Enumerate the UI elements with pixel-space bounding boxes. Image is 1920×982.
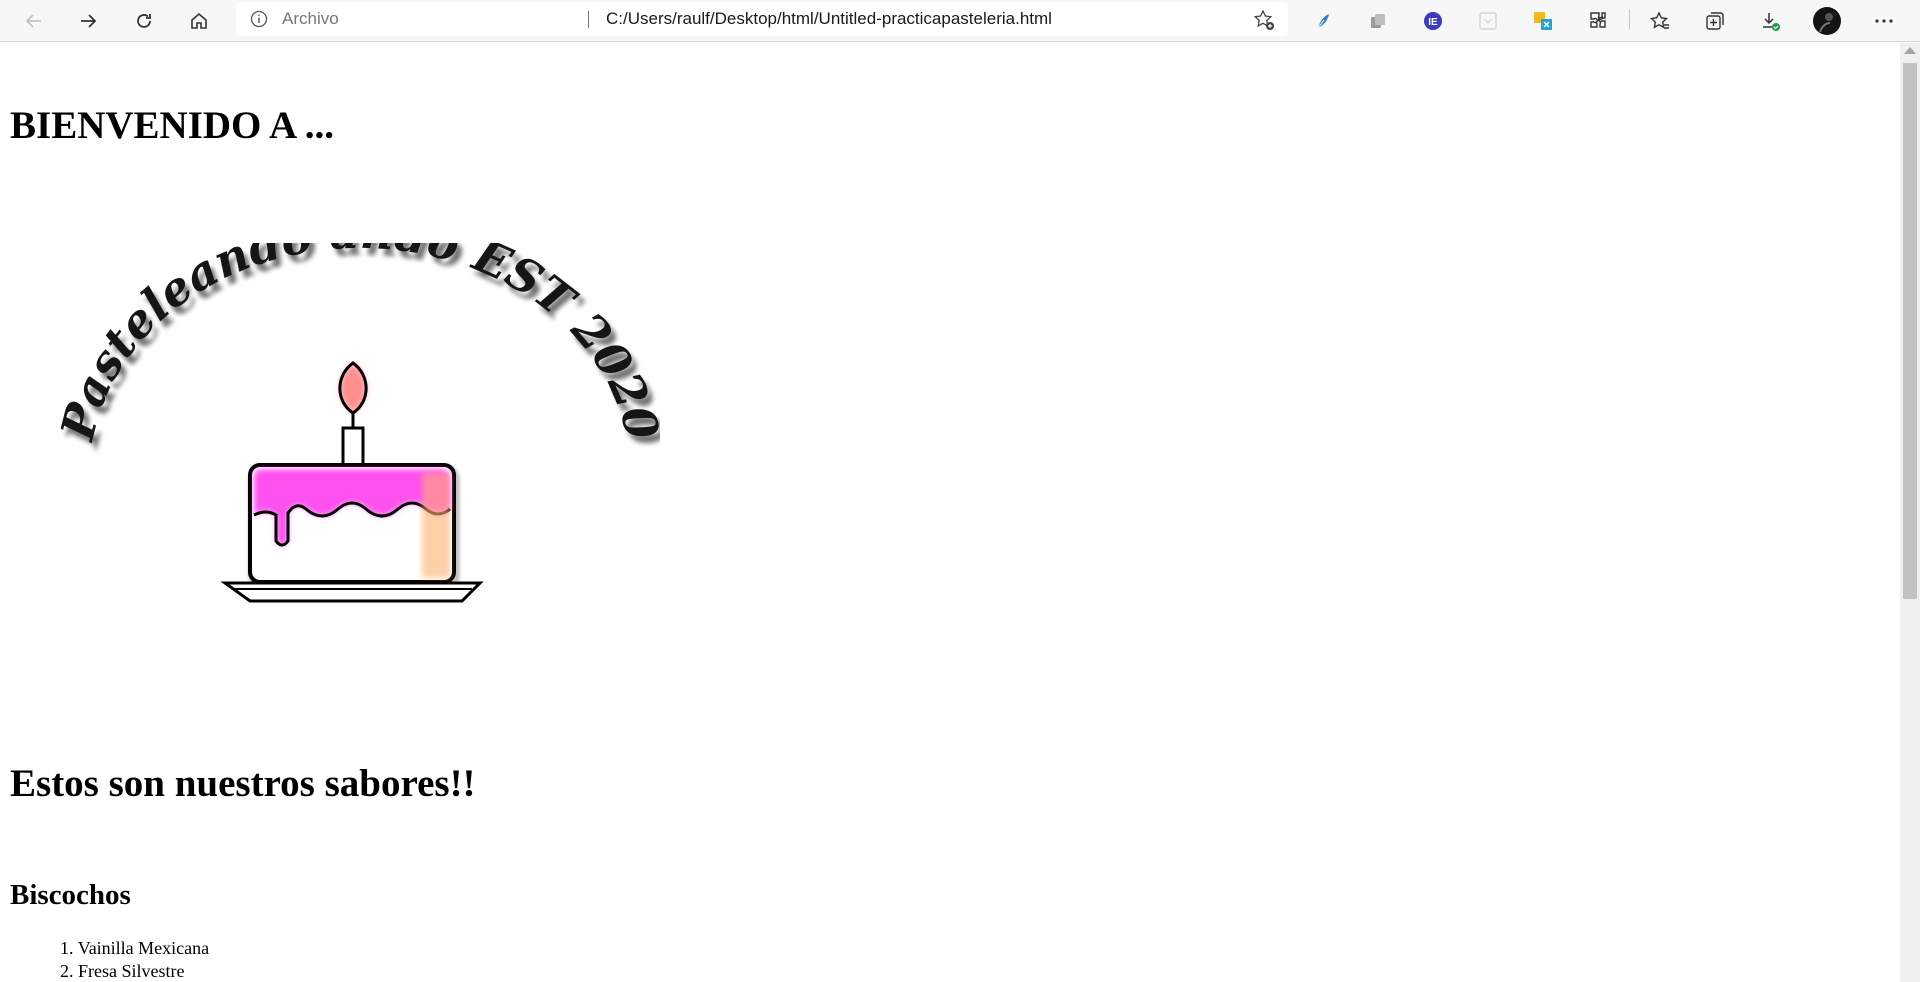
translate-extension-icon: [1534, 12, 1552, 30]
translate-extension-button[interactable]: [1527, 5, 1559, 37]
info-icon[interactable]: [250, 10, 268, 28]
scrollbar-thumb[interactable]: [1903, 63, 1917, 599]
copy-extension-button[interactable]: [1362, 5, 1394, 37]
list-item-number: 1.: [60, 938, 74, 958]
forward-button[interactable]: [70, 3, 106, 39]
bakery-logo: Pasteleando ando EST 2020 Pasteleando an…: [60, 243, 660, 603]
browser-toolbar: Archivo C:/Users/raulf/Desktop/html/Unti…: [0, 0, 1920, 42]
copy-extension-icon: [1371, 14, 1385, 28]
more-icon: [1875, 19, 1893, 23]
favorites-button[interactable]: [1644, 5, 1676, 37]
downloads-button[interactable]: [1754, 5, 1786, 37]
list-item-label: Vainilla Mexicana: [77, 938, 210, 958]
favorites-icon: [1649, 11, 1669, 29]
ie-mode-icon: IE: [1424, 12, 1442, 30]
refresh-button[interactable]: [126, 3, 162, 39]
back-button[interactable]: [16, 3, 52, 39]
site-info-label: Archivo: [282, 9, 339, 28]
svg-text:IE: IE: [1428, 17, 1438, 28]
logo-arc-text: Pasteleando ando EST 2020: [60, 243, 660, 447]
home-icon: [191, 12, 207, 29]
pocket-extension-icon: [1479, 12, 1497, 30]
add-favorite-icon[interactable]: [1252, 8, 1276, 32]
address-bar[interactable]: Archivo C:/Users/raulf/Desktop/html/Unti…: [236, 2, 1288, 36]
flavors-heading: Estos son nuestros sabores!!: [10, 762, 476, 805]
page-content: BIENVENIDO A ... Pasteleando ando EST 20…: [0, 43, 1900, 982]
feather-extension-icon: [1317, 14, 1329, 29]
vertical-scrollbar[interactable]: [1900, 43, 1920, 982]
scroll-up-icon[interactable]: [1904, 47, 1916, 54]
toolbar-divider: [1629, 9, 1630, 29]
pocket-extension-button[interactable]: [1472, 5, 1504, 37]
section-title: Biscochos: [10, 879, 131, 911]
refresh-icon: [137, 14, 151, 28]
list-item-number: 2.: [60, 961, 74, 981]
forward-icon: [81, 14, 97, 28]
collections-button[interactable]: [1699, 5, 1731, 37]
address-separator: [588, 11, 589, 28]
extensions-button[interactable]: [1582, 5, 1614, 37]
home-button[interactable]: [181, 3, 217, 39]
extensions-icon: [1590, 12, 1606, 28]
profile-avatar: [1813, 7, 1841, 35]
feather-extension-button[interactable]: [1307, 5, 1339, 37]
ie-mode-button[interactable]: IE: [1417, 5, 1449, 37]
more-options-button[interactable]: [1868, 5, 1900, 37]
flavor-list: 1. Vainilla Mexicana 2. Fresa Silvestre: [60, 937, 209, 982]
url-text[interactable]: C:/Users/raulf/Desktop/html/Untitled-pra…: [606, 9, 1052, 29]
list-item-label: Fresa Silvestre: [78, 961, 185, 981]
profile-button[interactable]: [1811, 5, 1843, 37]
back-icon: [25, 14, 41, 28]
list-item: 1. Vainilla Mexicana: [60, 937, 209, 960]
welcome-heading: BIENVENIDO A ...: [10, 104, 334, 147]
collections-icon: [1706, 12, 1724, 30]
list-item: 2. Fresa Silvestre: [60, 960, 209, 982]
downloads-icon: [1763, 13, 1780, 31]
